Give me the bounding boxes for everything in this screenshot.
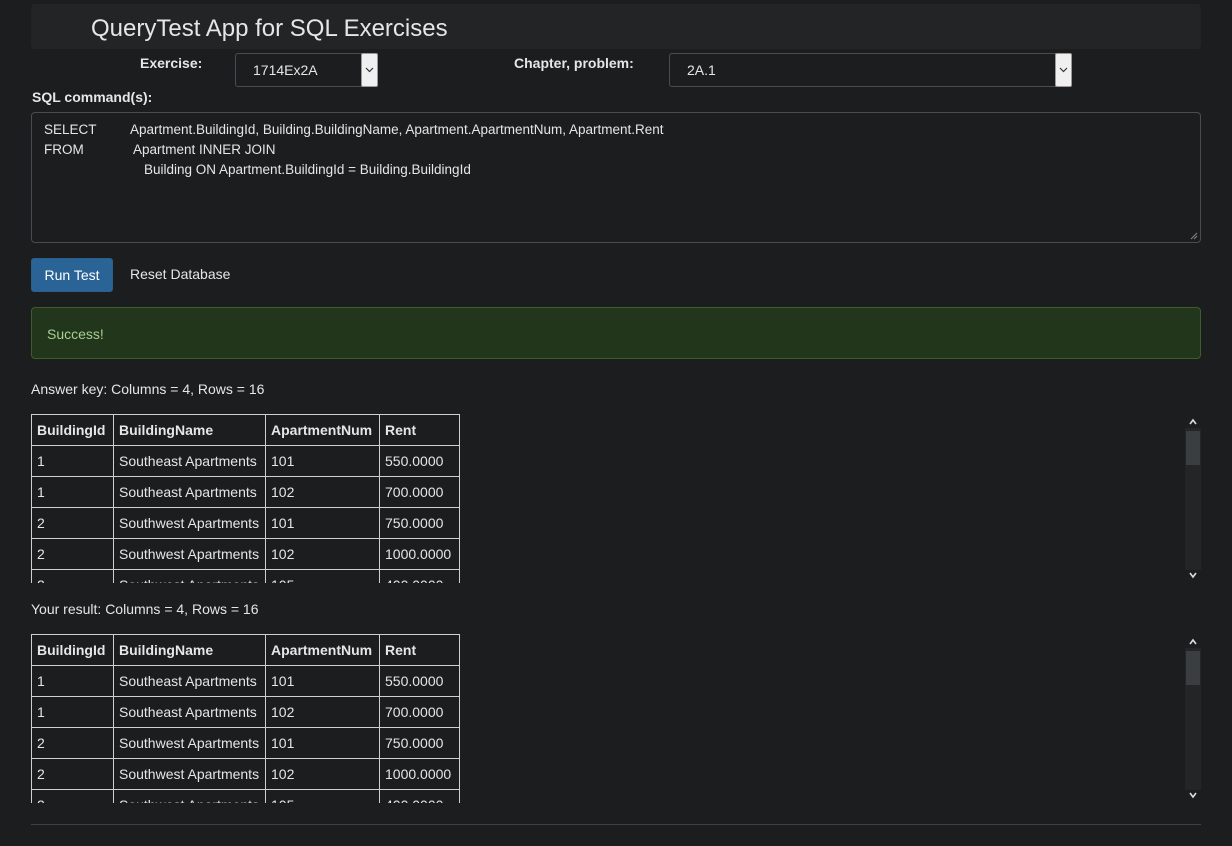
exercise-select[interactable]: 1714Ex2A [235, 53, 378, 87]
sql-line-3: Building ON Apartment.BuildingId = Build… [144, 162, 471, 177]
sql-keyword-select: SELECT [44, 122, 97, 137]
chapter-label: Chapter, problem: [514, 55, 634, 71]
chapter-select[interactable]: 2A.1 [669, 53, 1072, 87]
sql-textarea[interactable]: SELECT Apartment.BuildingId, Building.Bu… [31, 112, 1201, 243]
column-header: ApartmentNum [265, 634, 380, 666]
column-header: Rent [379, 414, 460, 446]
table-row: 2 Southwest Apartments 102 1000.0000 [31, 538, 460, 570]
app-title: QueryTest App for SQL Exercises [91, 15, 448, 42]
column-header: BuildingName [113, 414, 266, 446]
table-row: 1 Southeast Apartments 101 550.0000 [31, 665, 460, 697]
scroll-down-icon[interactable] [1188, 571, 1198, 579]
table-row: 2 Southwest Apartments 105 400.0000 [31, 569, 460, 583]
table-cell: 1 [31, 476, 114, 508]
table-row: 2 Southwest Apartments 105 400.0000 [31, 789, 460, 803]
your-result-scrollbar[interactable] [1185, 634, 1201, 803]
table-header-row: BuildingId BuildingName ApartmentNum Ren… [31, 414, 460, 446]
column-header: Rent [379, 634, 460, 666]
table-cell: 102 [265, 476, 380, 508]
scroll-track[interactable] [1185, 428, 1201, 570]
scroll-up-icon[interactable] [1188, 638, 1198, 646]
table-cell: 101 [265, 507, 380, 539]
table-cell: 1 [31, 696, 114, 728]
chevron-down-icon[interactable] [1055, 53, 1072, 87]
table-cell: Southeast Apartments [113, 696, 266, 728]
table-cell: Southwest Apartments [113, 507, 266, 539]
table-cell: 400.0000 [379, 789, 460, 803]
sql-keyword-from: FROM [44, 142, 84, 157]
table-cell: 2 [31, 727, 114, 759]
table-cell: 105 [265, 569, 380, 583]
table-row: 2 Southwest Apartments 102 1000.0000 [31, 758, 460, 790]
table-cell: 700.0000 [379, 696, 460, 728]
answer-key-scrollbar[interactable] [1185, 414, 1201, 583]
answer-key-table-container[interactable]: BuildingId BuildingName ApartmentNum Ren… [31, 414, 1201, 583]
answer-key-caption: Answer key: Columns = 4, Rows = 16 [31, 381, 265, 397]
your-result-table-container[interactable]: BuildingId BuildingName ApartmentNum Ren… [31, 634, 1201, 803]
scroll-up-icon[interactable] [1188, 418, 1198, 426]
table-cell: 2 [31, 569, 114, 583]
table-cell: Southwest Apartments [113, 569, 266, 583]
column-header: BuildingId [31, 634, 114, 666]
table-cell: 750.0000 [379, 507, 460, 539]
table-cell: 102 [265, 758, 380, 790]
your-result-table: BuildingId BuildingName ApartmentNum Ren… [31, 634, 460, 803]
table-cell: Southeast Apartments [113, 665, 266, 697]
table-cell: 101 [265, 665, 380, 697]
table-row: 1 Southeast Apartments 102 700.0000 [31, 696, 460, 728]
table-cell: Southeast Apartments [113, 445, 266, 477]
table-cell: 1000.0000 [379, 538, 460, 570]
exercise-label: Exercise: [140, 55, 203, 71]
table-row: 2 Southwest Apartments 101 750.0000 [31, 727, 460, 759]
table-cell: 101 [265, 445, 380, 477]
table-cell: Southwest Apartments [113, 789, 266, 803]
table-cell: 102 [265, 538, 380, 570]
table-cell: Southwest Apartments [113, 758, 266, 790]
table-cell: 101 [265, 727, 380, 759]
table-cell: 1000.0000 [379, 758, 460, 790]
table-cell: 1 [31, 445, 114, 477]
sql-line-1: Apartment.BuildingId, Building.BuildingN… [130, 122, 664, 137]
exercise-select-value: 1714Ex2A [253, 62, 318, 78]
scroll-thumb[interactable] [1186, 651, 1200, 685]
chapter-select-value: 2A.1 [687, 62, 716, 78]
column-header: BuildingId [31, 414, 114, 446]
table-cell: Southeast Apartments [113, 476, 266, 508]
success-alert-text: Success! [47, 326, 104, 342]
run-test-button[interactable]: Run Test [31, 258, 113, 292]
reset-database-button[interactable]: Reset Database [130, 266, 230, 282]
answer-key-table: BuildingId BuildingName ApartmentNum Ren… [31, 414, 460, 583]
sql-line-2: Apartment INNER JOIN [133, 142, 276, 157]
footer-divider [31, 824, 1201, 825]
table-cell: 550.0000 [379, 445, 460, 477]
table-cell: 2 [31, 538, 114, 570]
scroll-thumb[interactable] [1186, 431, 1200, 465]
your-result-caption: Your result: Columns = 4, Rows = 16 [31, 601, 259, 617]
table-cell: 1 [31, 665, 114, 697]
table-row: 1 Southeast Apartments 101 550.0000 [31, 445, 460, 477]
app-header: QueryTest App for SQL Exercises [31, 4, 1201, 49]
table-cell: Southwest Apartments [113, 727, 266, 759]
table-row: 2 Southwest Apartments 101 750.0000 [31, 507, 460, 539]
sql-label: SQL command(s): [32, 89, 153, 105]
table-cell: 750.0000 [379, 727, 460, 759]
resize-grip-icon[interactable] [1189, 231, 1198, 240]
table-cell: 2 [31, 789, 114, 803]
table-cell: 550.0000 [379, 665, 460, 697]
table-cell: 102 [265, 696, 380, 728]
table-cell: 700.0000 [379, 476, 460, 508]
column-header: BuildingName [113, 634, 266, 666]
table-cell: 2 [31, 758, 114, 790]
column-header: ApartmentNum [265, 414, 380, 446]
scroll-down-icon[interactable] [1188, 791, 1198, 799]
success-alert: Success! [31, 307, 1201, 359]
table-row: 1 Southeast Apartments 102 700.0000 [31, 476, 460, 508]
scroll-track[interactable] [1185, 648, 1201, 790]
table-header-row: BuildingId BuildingName ApartmentNum Ren… [31, 634, 460, 666]
table-cell: 105 [265, 789, 380, 803]
table-cell: Southwest Apartments [113, 538, 266, 570]
chevron-down-icon[interactable] [361, 53, 378, 87]
table-cell: 2 [31, 507, 114, 539]
table-cell: 400.0000 [379, 569, 460, 583]
